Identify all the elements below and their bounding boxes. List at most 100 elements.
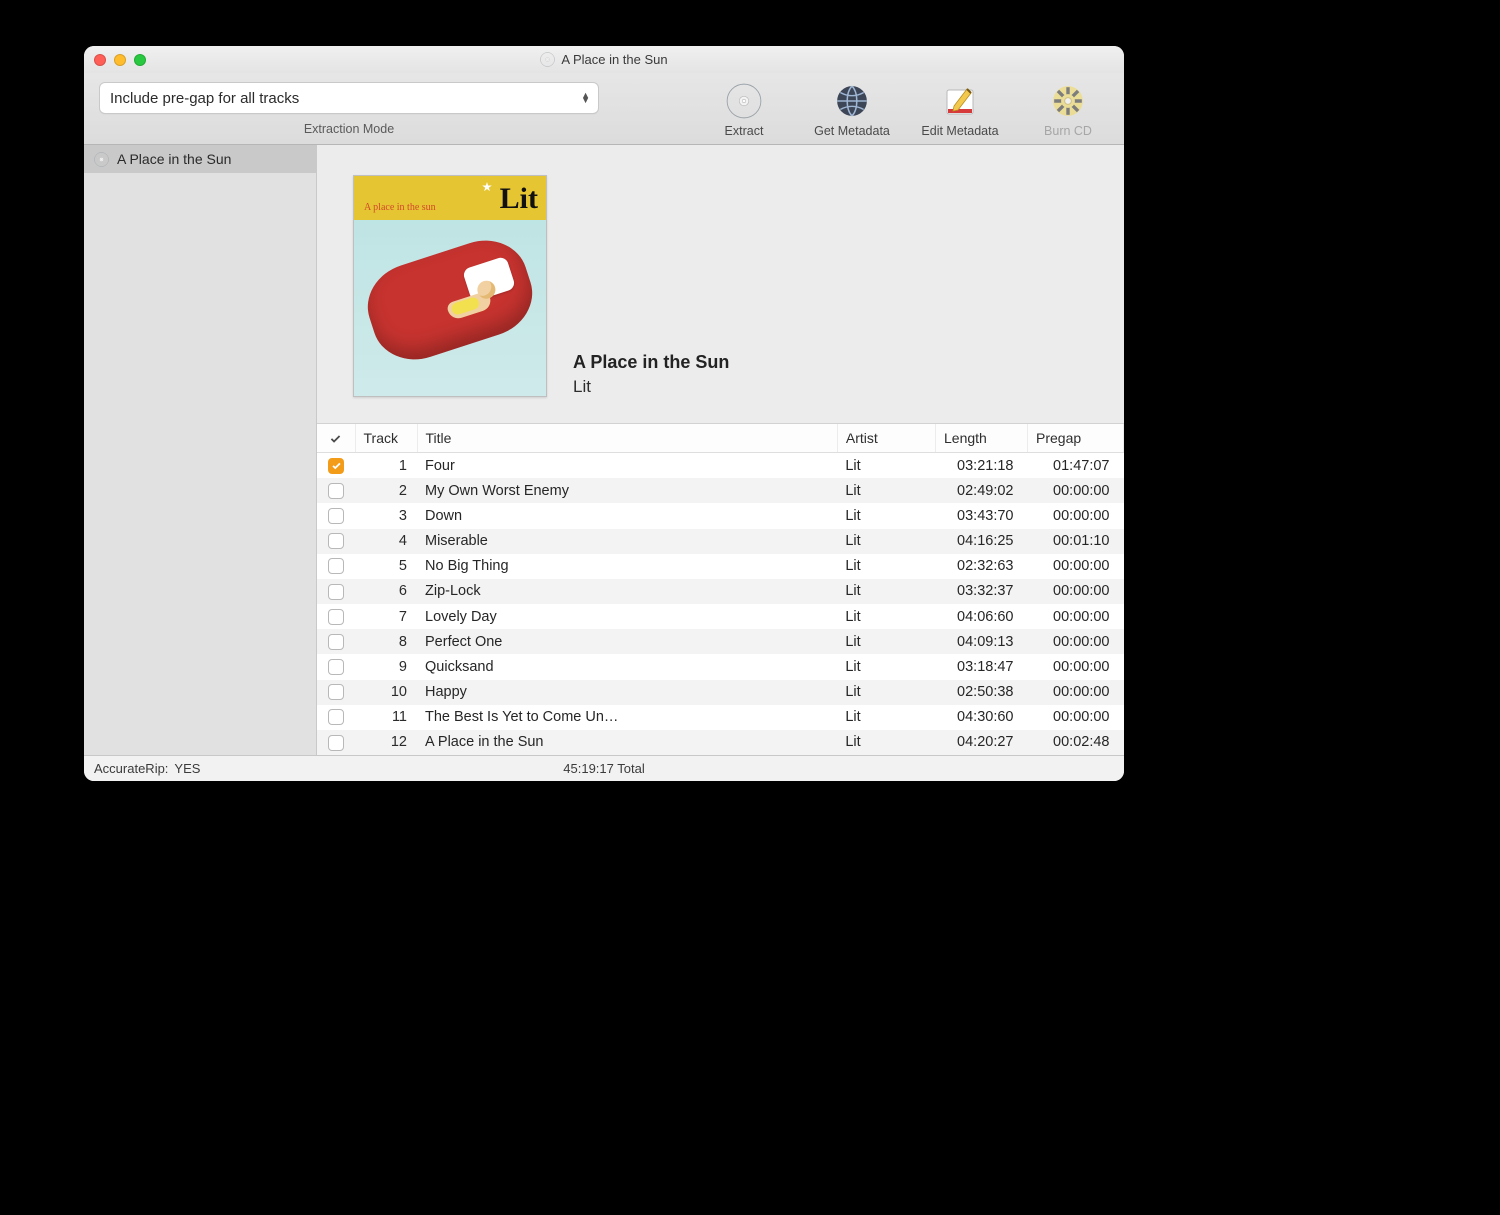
cd-icon — [540, 52, 555, 67]
window-controls — [94, 54, 146, 66]
track-length: 02:32:63 — [936, 554, 1028, 579]
track-number: 12 — [355, 730, 417, 755]
burn-cd-label: Burn CD — [1044, 124, 1092, 138]
extract-label: Extract — [725, 124, 764, 138]
track-number: 3 — [355, 503, 417, 528]
track-number: 1 — [355, 453, 417, 479]
album-artist: Lit — [573, 377, 729, 397]
track-artist: Lit — [837, 478, 935, 503]
track-checkbox[interactable] — [328, 533, 344, 549]
track-checkbox[interactable] — [328, 508, 344, 524]
edit-icon — [943, 84, 977, 118]
track-length: 03:21:18 — [936, 453, 1028, 479]
table-row[interactable]: 1FourLit03:21:1801:47:07 — [317, 453, 1124, 479]
extract-button[interactable]: Extract — [698, 82, 790, 138]
track-number: 5 — [355, 554, 417, 579]
track-artist: Lit — [837, 730, 935, 755]
status-bar: AccurateRip: YES 45:19:17 Total — [84, 755, 1124, 781]
extraction-mode-select[interactable]: Include pre-gap for all tracks ▲▼ — [99, 82, 599, 114]
track-title: Zip-Lock — [417, 579, 837, 604]
app-window: A Place in the Sun Include pre-gap for a… — [84, 46, 1124, 781]
cd-icon — [94, 152, 109, 167]
track-number: 10 — [355, 680, 417, 705]
zoom-button[interactable] — [134, 54, 146, 66]
track-pregap: 00:02:48 — [1028, 730, 1124, 755]
window-title: A Place in the Sun — [561, 52, 667, 67]
track-artist: Lit — [837, 554, 935, 579]
edit-metadata-button[interactable]: Edit Metadata — [914, 82, 1006, 138]
extraction-mode-label: Extraction Mode — [304, 122, 394, 136]
table-row[interactable]: 11The Best Is Yet to Come Un…Lit04:30:60… — [317, 705, 1124, 730]
track-title: Down — [417, 503, 837, 528]
track-checkbox[interactable] — [328, 684, 344, 700]
track-artist: Lit — [837, 705, 935, 730]
track-checkbox[interactable] — [328, 735, 344, 751]
main-panel: Lit A place in the sun A Place in the Su… — [317, 145, 1124, 755]
track-title: The Best Is Yet to Come Un… — [417, 705, 837, 730]
track-artist: Lit — [837, 579, 935, 604]
sidebar-item-disc[interactable]: A Place in the Sun — [84, 145, 316, 173]
accuraterip-label: AccurateRip: — [94, 761, 168, 776]
extraction-mode-value: Include pre-gap for all tracks — [110, 90, 299, 107]
album-artwork[interactable]: Lit A place in the sun — [353, 175, 547, 397]
track-pregap: 00:00:00 — [1028, 705, 1124, 730]
column-track[interactable]: Track — [355, 424, 417, 453]
table-row[interactable]: 10HappyLit02:50:3800:00:00 — [317, 680, 1124, 705]
track-number: 11 — [355, 705, 417, 730]
table-header-row: Track Title Artist Length Pregap — [317, 424, 1124, 453]
track-checkbox[interactable] — [328, 584, 344, 600]
track-length: 03:32:37 — [936, 579, 1028, 604]
table-row[interactable]: 8Perfect OneLit04:09:1300:00:00 — [317, 629, 1124, 654]
get-metadata-button[interactable]: Get Metadata — [806, 82, 898, 138]
track-checkbox[interactable] — [328, 558, 344, 574]
table-row[interactable]: 9QuicksandLit03:18:4700:00:00 — [317, 654, 1124, 679]
track-title: Happy — [417, 680, 837, 705]
sidebar-item-label: A Place in the Sun — [117, 151, 231, 167]
track-table[interactable]: Track Title Artist Length Pregap 1FourLi… — [317, 423, 1124, 755]
track-title: My Own Worst Enemy — [417, 478, 837, 503]
column-artist[interactable]: Artist — [837, 424, 935, 453]
toolbar: Include pre-gap for all tracks ▲▼ Extrac… — [84, 74, 1124, 145]
track-pregap: 00:00:00 — [1028, 579, 1124, 604]
column-check[interactable] — [317, 424, 355, 453]
column-length[interactable]: Length — [936, 424, 1028, 453]
track-checkbox[interactable] — [328, 483, 344, 499]
track-pregap: 00:00:00 — [1028, 554, 1124, 579]
track-number: 8 — [355, 629, 417, 654]
track-title: Miserable — [417, 529, 837, 554]
track-pregap: 00:00:00 — [1028, 629, 1124, 654]
column-title[interactable]: Title — [417, 424, 837, 453]
table-row[interactable]: 12A Place in the SunLit04:20:2700:02:48 — [317, 730, 1124, 755]
track-length: 02:50:38 — [936, 680, 1028, 705]
table-row[interactable]: 4MiserableLit04:16:2500:01:10 — [317, 529, 1124, 554]
track-title: Lovely Day — [417, 604, 837, 629]
track-title: Quicksand — [417, 654, 837, 679]
table-row[interactable]: 2My Own Worst EnemyLit02:49:0200:00:00 — [317, 478, 1124, 503]
track-checkbox[interactable] — [328, 709, 344, 725]
track-artist: Lit — [837, 680, 935, 705]
track-pregap: 01:47:07 — [1028, 453, 1124, 479]
track-length: 04:06:60 — [936, 604, 1028, 629]
track-number: 6 — [355, 579, 417, 604]
track-pregap: 00:00:00 — [1028, 503, 1124, 528]
track-pregap: 00:00:00 — [1028, 654, 1124, 679]
table-row[interactable]: 3DownLit03:43:7000:00:00 — [317, 503, 1124, 528]
minimize-button[interactable] — [114, 54, 126, 66]
column-pregap[interactable]: Pregap — [1028, 424, 1124, 453]
table-row[interactable]: 7Lovely DayLit04:06:6000:00:00 — [317, 604, 1124, 629]
table-row[interactable]: 6Zip-LockLit03:32:3700:00:00 — [317, 579, 1124, 604]
track-checkbox[interactable] — [328, 659, 344, 675]
sidebar: A Place in the Sun — [84, 145, 317, 755]
track-checkbox[interactable] — [328, 609, 344, 625]
track-pregap: 00:00:00 — [1028, 478, 1124, 503]
check-icon — [329, 432, 342, 445]
close-button[interactable] — [94, 54, 106, 66]
track-length: 04:09:13 — [936, 629, 1028, 654]
track-length: 04:30:60 — [936, 705, 1028, 730]
get-metadata-label: Get Metadata — [814, 124, 890, 138]
track-checkbox[interactable] — [328, 458, 344, 474]
table-row[interactable]: 5No Big ThingLit02:32:6300:00:00 — [317, 554, 1124, 579]
globe-icon — [835, 84, 869, 118]
track-checkbox[interactable] — [328, 634, 344, 650]
titlebar[interactable]: A Place in the Sun — [84, 46, 1124, 74]
